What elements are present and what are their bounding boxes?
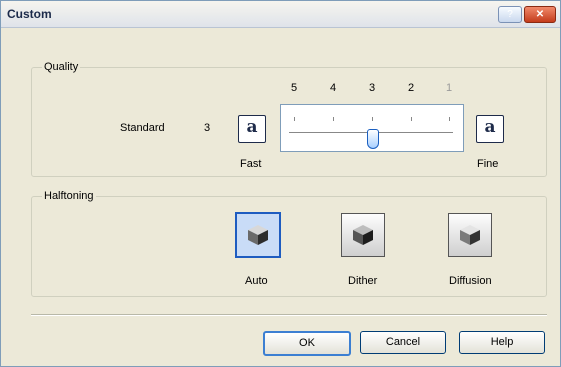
cube-icon (353, 225, 373, 245)
scale-1: 1 (446, 82, 453, 94)
close-icon[interactable]: ✕ (524, 6, 556, 23)
custom-dialog: Custom ? ✕ Quality Standard 3 a Fast 5 4… (0, 0, 561, 367)
help-button[interactable]: Help (459, 331, 545, 354)
halftone-auto-icon[interactable] (235, 212, 281, 258)
title-bar: Custom ? ✕ (1, 1, 560, 28)
fine-label: Fine (477, 158, 499, 170)
cancel-button[interactable]: Cancel (360, 331, 446, 354)
halftoning-group-label: Halftoning (42, 190, 96, 202)
help-icon[interactable]: ? (498, 6, 522, 23)
ok-button[interactable]: OK (263, 331, 351, 356)
slider-tick (333, 117, 334, 121)
slider-tick (449, 117, 450, 121)
fine-quality-icon: a (476, 115, 504, 143)
cube-icon (248, 225, 268, 245)
slider-tick (411, 117, 412, 121)
quality-current-label: Standard (120, 122, 165, 134)
dialog-title: Custom (7, 7, 52, 21)
scale-3: 3 (369, 82, 376, 94)
quality-slider[interactable] (280, 104, 464, 152)
separator (31, 314, 547, 316)
scale-2: 2 (408, 82, 415, 94)
slider-thumb[interactable] (367, 129, 379, 149)
halftone-diffusion-label[interactable]: Diffusion (449, 275, 492, 287)
quality-current-value: 3 (204, 122, 211, 134)
halftone-diffusion-icon[interactable] (448, 213, 492, 257)
cube-icon (460, 225, 480, 245)
halftone-auto-label[interactable]: Auto (245, 275, 268, 287)
fast-label: Fast (240, 158, 262, 170)
scale-5: 5 (291, 82, 298, 94)
halftone-dither-icon[interactable] (341, 213, 385, 257)
halftoning-group: Halftoning Auto Dither Diffusion (31, 190, 547, 297)
scale-4: 4 (330, 82, 337, 94)
slider-tick (372, 117, 373, 121)
quality-group: Quality Standard 3 a Fast 5 4 3 2 1 a Fi… (31, 61, 547, 177)
quality-group-label: Quality (42, 61, 81, 73)
halftone-dither-label[interactable]: Dither (348, 275, 377, 287)
slider-tick (294, 117, 295, 121)
fast-quality-icon: a (238, 115, 266, 143)
